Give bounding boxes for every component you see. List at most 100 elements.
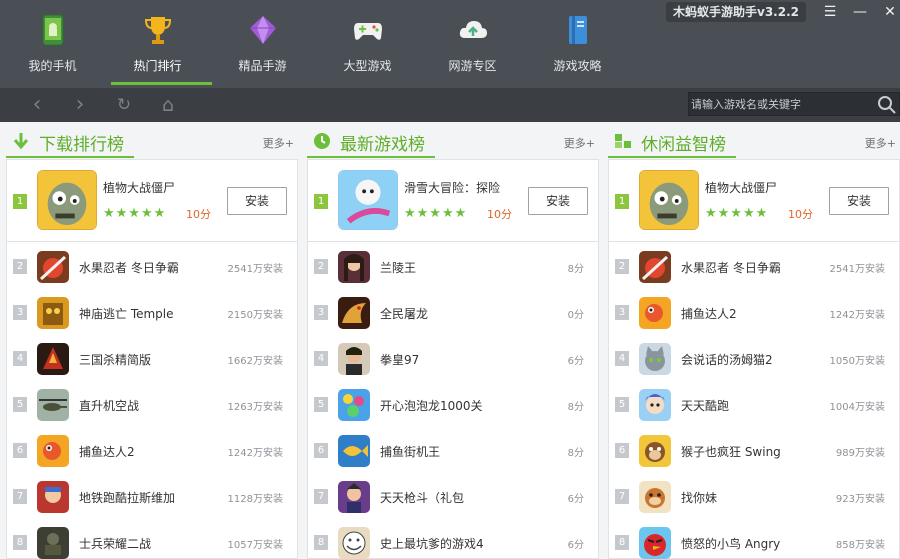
game-name: 地铁跑酷拉斯维加 <box>79 491 176 505</box>
list-item[interactable]: 6 捕鱼街机王 8分 <box>308 428 598 474</box>
rank-badge: 1 <box>314 194 328 209</box>
list-item[interactable]: 6 捕鱼达人2 1242万安装 <box>7 428 297 474</box>
refresh-button[interactable]: ↻ <box>114 95 134 115</box>
forward-button[interactable]: › <box>70 94 90 116</box>
rating-score: 6分 <box>567 356 584 367</box>
close-button[interactable]: ✕ <box>880 2 900 22</box>
app-version: 木蚂蚁手游助手v3.2.2 <box>666 2 806 22</box>
rank-badge: 5 <box>314 397 328 412</box>
search-icon[interactable] <box>877 95 897 115</box>
list-item[interactable]: 7 地铁跑酷拉斯维加 1128万安装 <box>7 474 297 520</box>
temple-run-icon <box>37 297 69 329</box>
nav-label: 网游专区 <box>448 59 497 73</box>
install-button[interactable]: 安装 <box>528 187 588 215</box>
rank-badge: 8 <box>13 535 27 550</box>
rank-badge: 2 <box>13 259 27 274</box>
more-link[interactable]: 更多+ <box>263 135 294 151</box>
list-item[interactable]: 2 水果忍者 冬日争霸 2541万安装 <box>609 244 899 290</box>
install-count: 1057万安装 <box>227 540 283 551</box>
rank-badge: 7 <box>13 489 27 504</box>
helicopter-icon <box>37 389 69 421</box>
nav-hot-ranking[interactable]: 热门排行 <box>105 0 212 86</box>
fishing-icon <box>639 297 671 329</box>
search-input[interactable] <box>691 95 876 113</box>
nav-online-games[interactable]: 网游专区 <box>420 0 525 86</box>
list-item[interactable]: 2 水果忍者 冬日争霸 2541万安装 <box>7 244 297 290</box>
search-box <box>688 92 900 116</box>
title-underline <box>608 156 736 158</box>
game-name: 会说话的汤姆猫2 <box>681 353 773 367</box>
list-item[interactable]: 5 直升机空战 1263万安装 <box>7 382 297 428</box>
android-phone-icon <box>42 14 64 46</box>
zombie-icon <box>37 170 97 230</box>
install-button[interactable]: 安装 <box>829 187 889 215</box>
list-item[interactable]: 8 士兵荣耀二战 1057万安装 <box>7 520 297 559</box>
list-item[interactable]: 7 天天枪斗（礼包 6分 <box>308 474 598 520</box>
list-item[interactable]: 6 猴子也疯狂 Swing 989万安装 <box>609 428 899 474</box>
list-item[interactable]: 4 会说话的汤姆猫2 1050万安装 <box>609 336 899 382</box>
minimize-button[interactable]: — <box>850 2 870 22</box>
rank-badge: 4 <box>13 351 27 366</box>
more-link[interactable]: 更多+ <box>865 135 896 151</box>
featured-item[interactable]: 1 滑雪大冒险：探险 ★★★★★ 10分 安装 <box>308 160 598 242</box>
game-name[interactable]: 植物大战僵尸 <box>103 179 175 196</box>
rank-badge: 6 <box>13 443 27 458</box>
three-kingdoms-icon <box>37 343 69 375</box>
back-button[interactable]: ‹ <box>27 94 47 116</box>
list-item[interactable]: 5 开心泡泡龙1000关 8分 <box>308 382 598 428</box>
home-button[interactable]: ⌂ <box>158 95 178 115</box>
rank-badge: 1 <box>615 194 629 209</box>
list-item[interactable]: 2 兰陵王 8分 <box>308 244 598 290</box>
game-name: 史上最坑爹的游戏4 <box>380 537 484 551</box>
monkey-icon <box>639 435 671 467</box>
list-item[interactable]: 7 找你妹 923万安装 <box>609 474 899 520</box>
list-item[interactable]: 3 全民屠龙 0分 <box>308 290 598 336</box>
book-icon <box>569 16 587 44</box>
rank-badge: 5 <box>615 397 629 412</box>
panel-title: 休闲益智榜 <box>641 135 726 155</box>
list-item[interactable]: 3 捕鱼达人2 1242万安装 <box>609 290 899 336</box>
cloud-icon <box>459 21 487 38</box>
fruit-ninja-icon <box>37 251 69 283</box>
rank-badge: 7 <box>314 489 328 504</box>
game-name: 愤怒的小鸟 Angry <box>681 537 781 551</box>
panel-header: 下载排行榜 更多+ <box>6 123 298 158</box>
install-count: 2541万安装 <box>829 264 885 275</box>
more-link[interactable]: 更多+ <box>564 135 595 151</box>
list-item[interactable]: 4 三国杀精简版 1662万安装 <box>7 336 297 382</box>
ranking-list: 1 植物大战僵尸 ★★★★★ 10分 安装 2 水果忍者 冬日争霸 2541万安… <box>6 159 298 559</box>
game-name: 开心泡泡龙1000关 <box>380 399 483 413</box>
game-name[interactable]: 滑雪大冒险：探险 <box>404 179 500 196</box>
rating-score: 8分 <box>567 402 584 413</box>
nav-label: 精品手游 <box>238 59 287 73</box>
fruit-ninja-icon <box>639 251 671 283</box>
list-item[interactable]: 8 愤怒的小鸟 Angry 858万安装 <box>609 520 899 559</box>
download-arrow-icon <box>13 133 29 150</box>
soldier-icon <box>37 527 69 559</box>
rank-badge: 3 <box>615 305 629 320</box>
install-count: 1242万安装 <box>227 448 283 459</box>
game-name: 捕鱼达人2 <box>79 445 135 459</box>
puzzle-blocks-icon <box>615 134 631 148</box>
list-item[interactable]: 8 史上最坑爹的游戏4 6分 <box>308 520 598 559</box>
nav-premium-games[interactable]: 精品手游 <box>210 0 315 86</box>
list-item[interactable]: 4 拳皇97 6分 <box>308 336 598 382</box>
diamond-icon <box>250 16 276 44</box>
nav-game-guides[interactable]: 游戏攻略 <box>525 0 630 86</box>
install-count: 1128万安装 <box>227 494 283 505</box>
menu-button[interactable]: ☰ <box>820 2 840 22</box>
list-item[interactable]: 3 神庙逃亡 Temple 2150万安装 <box>7 290 297 336</box>
panel-title: 最新游戏榜 <box>340 135 425 155</box>
nav-large-games[interactable]: 大型游戏 <box>315 0 420 86</box>
rank-badge: 2 <box>314 259 328 274</box>
game-name[interactable]: 植物大战僵尸 <box>705 179 777 196</box>
zombie-icon <box>639 170 699 230</box>
featured-item[interactable]: 1 植物大战僵尸 ★★★★★ 10分 安装 <box>609 160 899 242</box>
find-it-icon <box>639 481 671 513</box>
list-item[interactable]: 5 天天酷跑 1004万安装 <box>609 382 899 428</box>
featured-item[interactable]: 1 植物大战僵尸 ★★★★★ 10分 安装 <box>7 160 297 242</box>
install-button[interactable]: 安装 <box>227 187 287 215</box>
rating-score: 0分 <box>567 310 584 321</box>
game-name: 水果忍者 冬日争霸 <box>681 261 781 275</box>
nav-my-phone[interactable]: 我的手机 <box>0 0 105 86</box>
